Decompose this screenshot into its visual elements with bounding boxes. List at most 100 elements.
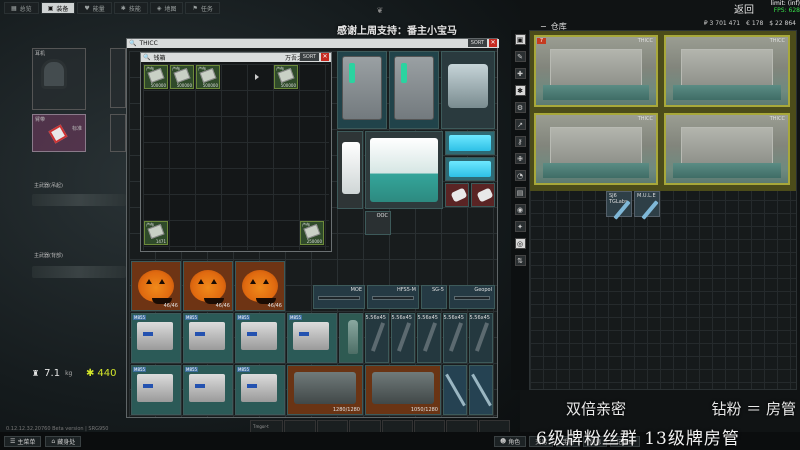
filter-all-button[interactable]: ▣ (514, 34, 526, 45)
item-pumpkin[interactable]: 46/46 (235, 261, 285, 311)
window-titlebar[interactable]: 🔍 钱箱 万吾之盒 SORT ✕ (141, 53, 331, 62)
stash-grid[interactable]: 7 THICC THICC THICC THICC SJ6 TGLabs M.U… (529, 30, 797, 390)
item-gun-part[interactable]: MOE (313, 285, 365, 309)
money-stack[interactable]: 卢布 500000 (274, 65, 298, 89)
filter-mods-button[interactable]: ⚙ (514, 102, 526, 113)
filter-ammo-button[interactable]: ↗ (514, 119, 526, 130)
secondary-weapon-slot[interactable] (32, 266, 126, 278)
tab-skills[interactable]: ✱ 技能 (113, 2, 148, 14)
filter-containers-button[interactable]: ✱ (514, 85, 526, 96)
filter-gear-button[interactable]: ✚ (514, 68, 526, 79)
money-stack[interactable]: 卢布 500000 (170, 65, 194, 89)
item-fridge[interactable] (337, 51, 387, 129)
item-ammo-crate[interactable]: 1050/1280 (365, 365, 441, 415)
item-magazine[interactable]: 5.56x45 (443, 313, 467, 363)
character-button[interactable]: ☻ 角色 (494, 436, 527, 447)
item-ammo-box[interactable]: M855 (183, 365, 233, 415)
sort-button[interactable]: SORT (299, 53, 319, 61)
crate-body (372, 372, 434, 404)
thicc-case-stash[interactable]: THICC (664, 35, 790, 107)
vest-slot[interactable] (110, 114, 126, 152)
hideout-button[interactable]: ⌂ 藏身处 (45, 436, 82, 447)
knife-item[interactable]: M.U.L.E (634, 191, 660, 220)
earpiece-slot[interactable]: 耳机 (32, 48, 86, 110)
filter-food-button[interactable]: ◔ (514, 170, 526, 181)
item-injector[interactable] (469, 365, 493, 415)
stream-overlay-line1: 双倍亲密 钻粉 ＝ 房管 (566, 400, 796, 418)
home-icon: ⌂ (51, 438, 56, 445)
item-pumpkin[interactable]: 46/46 (131, 261, 181, 311)
item-crate[interactable] (441, 51, 495, 129)
wallet-grid[interactable]: 卢布 500000 卢布 500000 卢布 500000 卢布 500000 卢布 14… (143, 64, 329, 250)
wallet-container-window[interactable]: 🔍 钱箱 万吾之盒 SORT ✕ 卢布 500000 卢布 500000 卢布 500… (140, 52, 332, 252)
weight-display: ♜ 7.1 kg (32, 367, 73, 379)
tab-gear[interactable]: ▣ 装备 (40, 2, 76, 14)
money-stack[interactable]: 卢布 250000 (300, 221, 324, 245)
item-cooler[interactable] (365, 131, 443, 209)
filter-keys-button[interactable]: ⚷ (514, 136, 526, 147)
gun-body (318, 296, 360, 300)
money-stack[interactable]: 卢布 500000 (144, 65, 168, 89)
item-cyan[interactable] (445, 131, 495, 155)
window-titlebar[interactable]: 🔍 THICC SORT ✕ (127, 39, 499, 48)
knife-item[interactable]: SJ6 TGLabs (606, 191, 632, 220)
item-fridge[interactable] (389, 51, 439, 129)
item-case[interactable] (337, 131, 363, 209)
item-magazine[interactable]: 5.56x45 (391, 313, 415, 363)
item-bottle[interactable] (339, 313, 363, 363)
ammo-box-body (189, 322, 225, 350)
filter-meds-button[interactable]: ✙ (514, 153, 526, 164)
item-gun-part[interactable]: Geopol (449, 285, 495, 309)
item-pumpkin[interactable]: 46/46 (183, 261, 233, 311)
filter-sort-button[interactable]: ⇅ (514, 255, 526, 266)
close-button[interactable]: ✕ (489, 39, 497, 47)
tab-overview[interactable]: ▦ 总览 (4, 2, 39, 14)
item-magazine[interactable]: 5.56x45 (417, 313, 441, 363)
item-ammo-box[interactable]: M855 (131, 313, 181, 363)
item-ammo-crate[interactable]: 1280/1280 (287, 365, 363, 415)
item-ammo-box[interactable]: M855 (235, 365, 285, 415)
fps-counter: limit: (inf) FPS: 628 (770, 0, 800, 14)
money-stack[interactable]: 卢布 500000 (196, 65, 220, 89)
main-menu-button[interactable]: ☰ 主菜单 (4, 436, 42, 447)
thicc-case-stash[interactable]: 7 THICC (534, 35, 658, 107)
primary-weapon-slot[interactable] (32, 194, 126, 206)
item-cyan[interactable] (445, 157, 495, 181)
item-grenade[interactable] (471, 183, 495, 207)
thicc-case-stash[interactable]: THICC (664, 113, 790, 185)
chart-icon: ▦ (11, 4, 17, 12)
pumpkin-face (242, 270, 278, 304)
search-icon[interactable]: 🔍 (143, 54, 150, 61)
headwear-slot[interactable] (110, 48, 126, 108)
back-button[interactable]: 返回 (734, 1, 760, 16)
item-gun-part[interactable]: HFS5-M (367, 285, 419, 309)
money-stack[interactable]: 卢布 1471 (144, 221, 168, 245)
item-magazine[interactable]: 5.56x45 (365, 313, 389, 363)
stream-banner: 感谢上周支持：番主小宝马 (337, 26, 457, 37)
item-ammo-box[interactable]: M855 (131, 365, 181, 415)
armband-slot[interactable]: 臂带 标准 (32, 114, 86, 152)
item-grenade[interactable] (445, 183, 469, 207)
filter-favorites-button[interactable]: ◎ (514, 238, 526, 249)
search-icon[interactable]: 🔍 (129, 40, 136, 47)
money-display: ✱ 440 (86, 367, 117, 379)
tab-health[interactable]: ♥ 能量 (77, 2, 112, 14)
close-button[interactable]: ✕ (321, 53, 329, 61)
filter-barter-button[interactable]: ▤ (514, 187, 526, 198)
item-injector[interactable] (443, 365, 467, 415)
injector-body (445, 373, 466, 407)
item-misc[interactable]: OOC (365, 211, 391, 235)
item-ammo-box[interactable]: M855 (183, 313, 233, 363)
filter-special-button[interactable]: ✦ (514, 221, 526, 232)
crate-body (448, 64, 488, 108)
tab-map[interactable]: ◈ 地图 (149, 2, 184, 14)
sort-button[interactable]: SORT (467, 39, 487, 47)
item-gun-part[interactable]: SG-5 (421, 285, 447, 309)
item-magazine[interactable]: 5.56x45 (469, 313, 493, 363)
item-ammo-box[interactable]: M855 (287, 313, 337, 363)
item-ammo-box[interactable]: M855 (235, 313, 285, 363)
filter-money-button[interactable]: ◉ (514, 204, 526, 215)
tab-tasks[interactable]: ⚑ 任务 (185, 2, 220, 14)
filter-weapons-button[interactable]: ✎ (514, 51, 526, 62)
thicc-case-stash[interactable]: THICC (534, 113, 658, 185)
